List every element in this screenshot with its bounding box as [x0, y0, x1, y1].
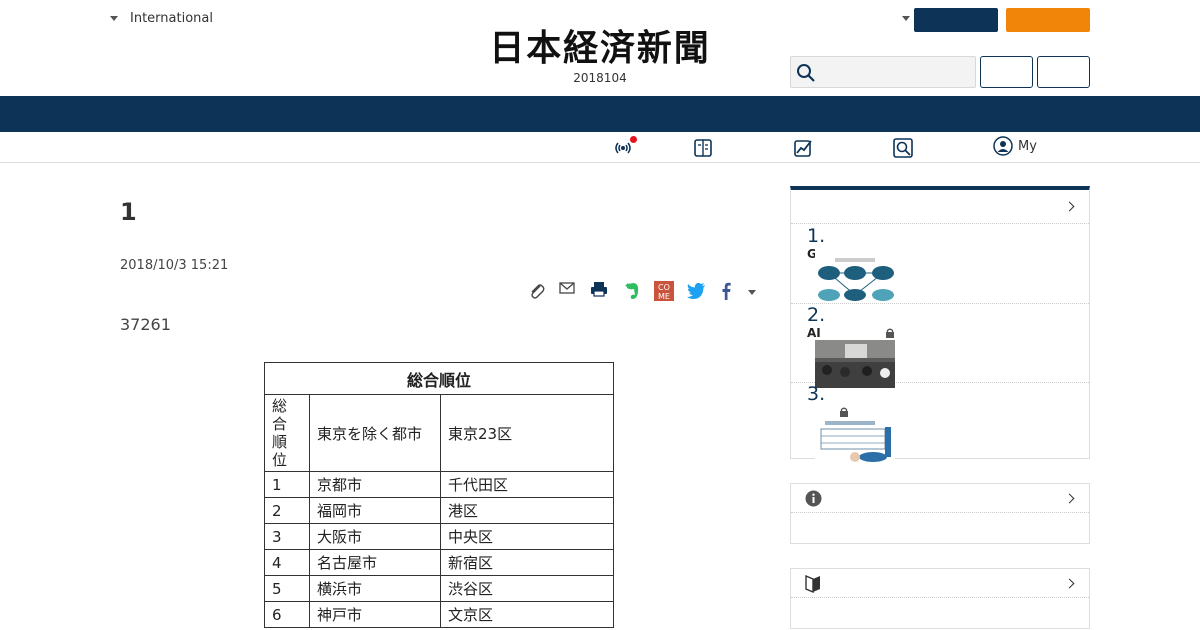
evernote-icon[interactable]	[622, 280, 642, 302]
my-page-link[interactable]: My	[1018, 139, 1037, 154]
search-lens-icon[interactable]	[892, 137, 914, 159]
ranking-header[interactable]	[791, 190, 1089, 224]
article-thumbnail	[815, 340, 895, 388]
article-title: 1	[120, 198, 137, 226]
chevron-right-icon	[1064, 493, 1075, 504]
beginner-mark-icon	[805, 574, 820, 593]
article-lead: 37261	[120, 315, 171, 334]
table-header-cities: 東京を除く都市	[309, 394, 441, 472]
table-row: 5 横浜市 渋谷区	[264, 575, 614, 602]
facebook-icon[interactable]	[718, 280, 734, 302]
paper-edition-icon[interactable]	[692, 137, 714, 159]
ranking-item[interactable]: 3.	[791, 383, 1089, 463]
site-logo[interactable]: 日本経済新聞	[456, 28, 743, 68]
chevron-right-icon	[1064, 201, 1075, 212]
lock-icon	[886, 328, 894, 338]
rank-number: 1.	[807, 225, 826, 247]
user-icon[interactable]	[993, 136, 1013, 156]
login-button[interactable]	[914, 8, 998, 32]
region-selector[interactable]: International	[110, 11, 213, 26]
info-widget	[790, 483, 1090, 544]
ranking-table: 総合順位 総合順位 東京を除く都市 東京23区 1 京都市 千代田区 2 福岡市 港区 …	[264, 362, 614, 628]
table-row: 4 名古屋市 新宿区	[264, 549, 614, 576]
twitter-icon[interactable]	[685, 280, 707, 302]
chart-icon[interactable]	[792, 137, 814, 159]
article-thumbnail	[815, 245, 895, 301]
ranking-item[interactable]: 1. GM	[791, 225, 1089, 304]
menu-button[interactable]	[1037, 56, 1090, 88]
rank-number: 3.	[807, 383, 826, 405]
search-button[interactable]	[980, 56, 1033, 88]
ranking-item[interactable]: 2. AI	[791, 304, 1089, 388]
svg-text:ME: ME	[658, 292, 670, 301]
beginner-widget	[790, 568, 1090, 629]
rank-title: AI	[807, 326, 821, 340]
more-caret-icon[interactable]	[748, 290, 756, 295]
table-row: 2 福岡市 港区	[264, 497, 614, 524]
info-widget-header[interactable]	[791, 484, 1089, 513]
table-row: 1 京都市 千代田区	[264, 471, 614, 498]
article-thumbnail	[815, 419, 895, 463]
ranking-widget: 1. GM 2. AI 3.	[790, 186, 1090, 463]
site-header: International 日本経済新聞 2018104	[0, 0, 1200, 96]
mail-icon[interactable]	[558, 280, 576, 302]
sub-nav: My	[0, 132, 1200, 163]
table-header-rank: 総合順位	[264, 394, 310, 472]
region-label: International	[130, 11, 213, 26]
article-date: 2018/10/3 15:21	[120, 258, 229, 273]
table-title: 総合順位	[264, 362, 614, 395]
beginner-widget-header[interactable]	[791, 569, 1089, 598]
table-header-wards: 東京23区	[440, 394, 614, 472]
subscribe-button[interactable]	[1006, 8, 1090, 32]
svg-text:CO: CO	[658, 283, 670, 292]
clip-icon[interactable]	[528, 280, 546, 302]
caret-down-icon[interactable]	[902, 16, 910, 21]
come-icon[interactable]: CO ME	[653, 280, 675, 302]
main-nav-bar	[0, 96, 1200, 132]
info-icon	[805, 490, 822, 507]
caret-down-icon	[110, 16, 118, 21]
print-icon[interactable]	[589, 280, 609, 302]
chevron-right-icon	[1064, 578, 1075, 589]
lock-icon	[840, 407, 848, 417]
search-icon[interactable]	[796, 63, 816, 83]
search-input[interactable]	[790, 56, 976, 88]
table-row: 3 大阪市 中央区	[264, 523, 614, 550]
edition-date: 2018104	[573, 71, 627, 85]
table-row: 6 神戸市 文京区	[264, 601, 614, 628]
rank-number: 2.	[807, 304, 826, 326]
notification-dot	[630, 136, 637, 143]
